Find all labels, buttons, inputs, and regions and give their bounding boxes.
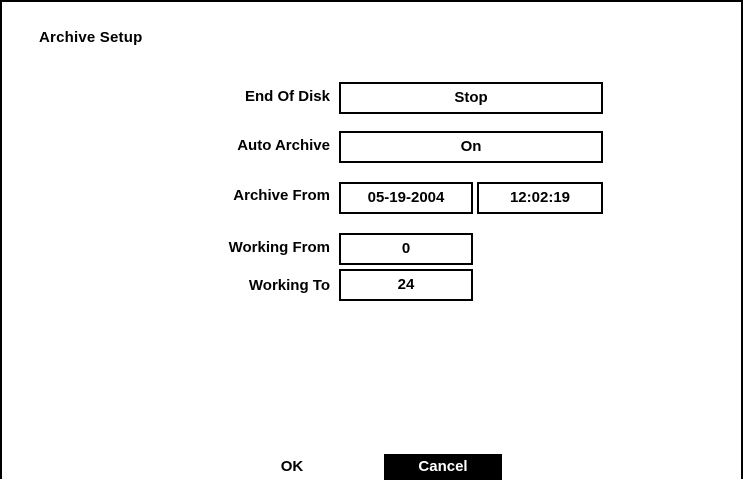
auto-archive-label: Auto Archive	[237, 137, 330, 154]
working-to-label: Working To	[248, 277, 330, 294]
archive-from-label: Archive From	[233, 187, 330, 204]
dialog-title: Archive Setup	[39, 29, 143, 46]
working-from-field[interactable]: 0	[339, 233, 473, 265]
archive-setup-dialog: Archive Setup End Of Disk Stop Auto Arch…	[0, 0, 743, 480]
archive-from-time-field[interactable]: 12:02:19	[477, 182, 603, 214]
end-of-disk-label: End Of Disk	[244, 88, 330, 105]
working-from-label: Working From	[228, 239, 330, 256]
archive-from-date-field[interactable]: 05-19-2004	[339, 182, 473, 214]
auto-archive-select[interactable]: On	[339, 131, 603, 163]
end-of-disk-select[interactable]: Stop	[339, 82, 603, 114]
cancel-button[interactable]: Cancel	[384, 454, 502, 480]
working-to-field[interactable]: 24	[339, 269, 473, 301]
ok-button[interactable]: OK	[242, 454, 342, 480]
